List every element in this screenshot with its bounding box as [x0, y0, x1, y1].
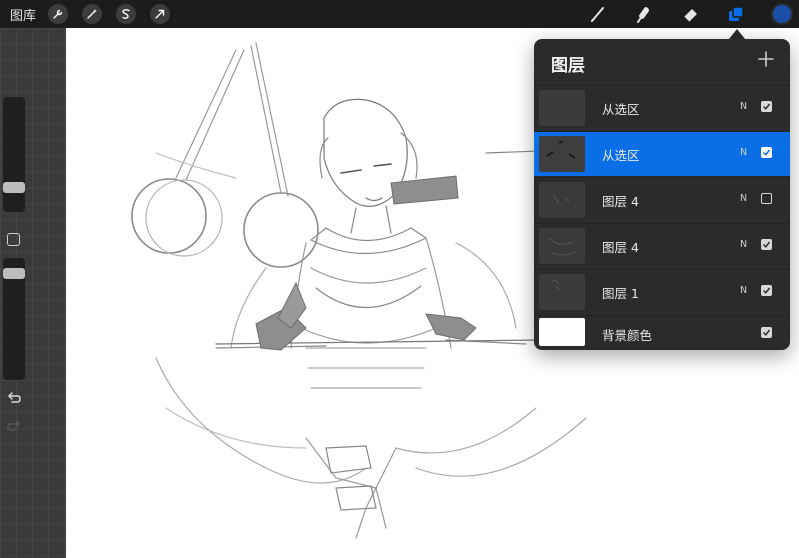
- layer-thumbnail: [539, 182, 585, 218]
- brush-size-slider[interactable]: [3, 97, 25, 212]
- layer-row[interactable]: 图层 4 N: [534, 177, 790, 222]
- brush-button[interactable]: [587, 3, 609, 25]
- layer-name: 从选区: [602, 148, 640, 163]
- layers-panel-header: 图层: [534, 39, 790, 85]
- layer-visibility-checkbox[interactable]: [761, 285, 772, 296]
- selection-button[interactable]: [116, 4, 137, 24]
- blend-mode-button[interactable]: N: [740, 285, 747, 296]
- opacity-handle[interactable]: [3, 268, 25, 279]
- transform-button[interactable]: [150, 4, 171, 24]
- layer-thumbnail-art: [550, 279, 562, 291]
- blend-mode-button[interactable]: N: [740, 101, 747, 112]
- actions-button[interactable]: [48, 4, 69, 24]
- blend-mode-button[interactable]: N: [740, 239, 747, 250]
- layers-button[interactable]: [725, 3, 747, 25]
- layer-visibility-checkbox[interactable]: [761, 239, 772, 250]
- magic-wand-icon: [87, 9, 98, 19]
- layer-row[interactable]: 图层 1 N: [534, 269, 790, 314]
- panel-title: 图层: [551, 56, 585, 76]
- transform-arrow-icon: [155, 9, 165, 19]
- layer-name: 背景颜色: [602, 328, 653, 343]
- layer-thumbnail: [539, 136, 585, 172]
- checkmark-icon: [762, 149, 771, 156]
- layer-visibility-checkbox[interactable]: [761, 147, 772, 158]
- layer-row-selected[interactable]: 从选区 N: [534, 131, 790, 176]
- layers-panel: 图层 从选区 N 从选区 N 图层 4 N 图层 4 N 图层 1 N 背景颜色: [534, 39, 790, 350]
- modify-button[interactable]: [7, 233, 20, 246]
- blend-mode-button[interactable]: N: [740, 193, 747, 204]
- layer-name: 从选区: [602, 102, 640, 117]
- layer-row[interactable]: 从选区 N: [534, 85, 790, 130]
- background-color-swatch[interactable]: [539, 318, 585, 346]
- top-toolbar: 图库: [0, 0, 799, 28]
- layer-thumbnail: [539, 228, 585, 264]
- background-color-row[interactable]: 背景颜色: [534, 315, 790, 350]
- checkmark-icon: [762, 287, 771, 294]
- layer-thumbnail-art: [546, 141, 576, 159]
- blend-mode-button[interactable]: N: [740, 147, 747, 158]
- layer-name: 图层 1: [602, 286, 639, 301]
- left-sidebar: [0, 28, 28, 558]
- redo-icon[interactable]: [6, 419, 22, 433]
- smudge-icon: [637, 7, 649, 23]
- brush-size-handle[interactable]: [3, 182, 25, 193]
- undo-icon[interactable]: [6, 391, 22, 405]
- checkmark-icon: [762, 329, 771, 336]
- selection-icon: [122, 9, 130, 19]
- layers-icon: [729, 6, 744, 21]
- eraser-button[interactable]: [679, 3, 701, 25]
- smudge-button[interactable]: [633, 3, 655, 25]
- layer-thumbnail: [539, 90, 585, 126]
- painting-tools: [587, 0, 799, 28]
- layer-row[interactable]: 图层 4 N: [534, 223, 790, 268]
- layer-name: 图层 4: [602, 194, 639, 209]
- layer-thumbnail-art: [548, 237, 576, 256]
- plus-icon[interactable]: [758, 51, 774, 67]
- checkmark-icon: [762, 103, 771, 110]
- layer-visibility-checkbox[interactable]: [761, 327, 772, 338]
- gallery-button[interactable]: 图库: [10, 5, 36, 24]
- layer-name: 图层 4: [602, 240, 639, 255]
- color-picker-button[interactable]: [771, 3, 793, 25]
- layer-thumbnail: [539, 274, 585, 310]
- eraser-icon: [683, 9, 697, 23]
- adjustments-button[interactable]: [82, 4, 103, 24]
- checkmark-icon: [762, 241, 771, 248]
- brush-icon: [591, 7, 604, 22]
- layers-panel-pointer: [729, 29, 745, 39]
- wrench-icon: [53, 9, 63, 19]
- layer-visibility-checkbox[interactable]: [761, 101, 772, 112]
- layer-visibility-checkbox[interactable]: [761, 193, 772, 204]
- layer-thumbnail-art: [552, 193, 570, 205]
